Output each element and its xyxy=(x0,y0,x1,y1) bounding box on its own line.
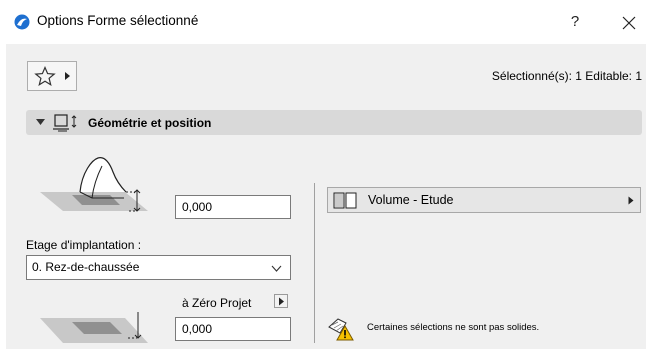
star-icon xyxy=(34,66,56,86)
chevron-right-icon xyxy=(628,196,634,205)
surface-material-button[interactable]: Volume - Etude xyxy=(327,187,641,213)
chevron-down-icon xyxy=(271,265,282,272)
help-button[interactable]: ? xyxy=(562,10,588,34)
section-title: Géométrie et position xyxy=(88,116,212,130)
surface-material-label: Volume - Etude xyxy=(368,193,454,207)
shape-top-offset-icon xyxy=(40,157,148,212)
surface-swatch-icon xyxy=(333,192,357,209)
chevron-right-icon xyxy=(279,297,284,306)
favorites-button[interactable] xyxy=(27,61,77,91)
shape-bottom-offset-icon xyxy=(40,312,148,343)
warning-message: Certaines sélections ne sont pas solides… xyxy=(367,322,540,333)
geometry-position-icon xyxy=(53,114,77,132)
vertical-divider xyxy=(314,183,315,343)
window-title: Options Forme sélectionné xyxy=(37,13,199,28)
app-logo-icon xyxy=(14,14,30,30)
reference-label: à Zéro Projet xyxy=(182,296,252,310)
chevron-right-icon xyxy=(65,72,70,80)
story-label: Etage d'implantation : xyxy=(26,238,142,252)
story-select[interactable]: 0. Rez-de-chaussée xyxy=(26,255,291,280)
close-button[interactable] xyxy=(615,9,643,35)
selection-info: Sélectionné(s): 1 Editable: 1 xyxy=(491,69,642,83)
warning-icon xyxy=(328,318,354,341)
story-select-value: 0. Rez-de-chaussée xyxy=(32,260,140,274)
top-offset-input[interactable] xyxy=(175,195,291,219)
bottom-offset-input[interactable] xyxy=(175,317,291,341)
collapse-triangle-icon[interactable] xyxy=(36,118,45,126)
close-icon xyxy=(622,16,636,30)
reference-menu-button[interactable] xyxy=(274,294,288,308)
